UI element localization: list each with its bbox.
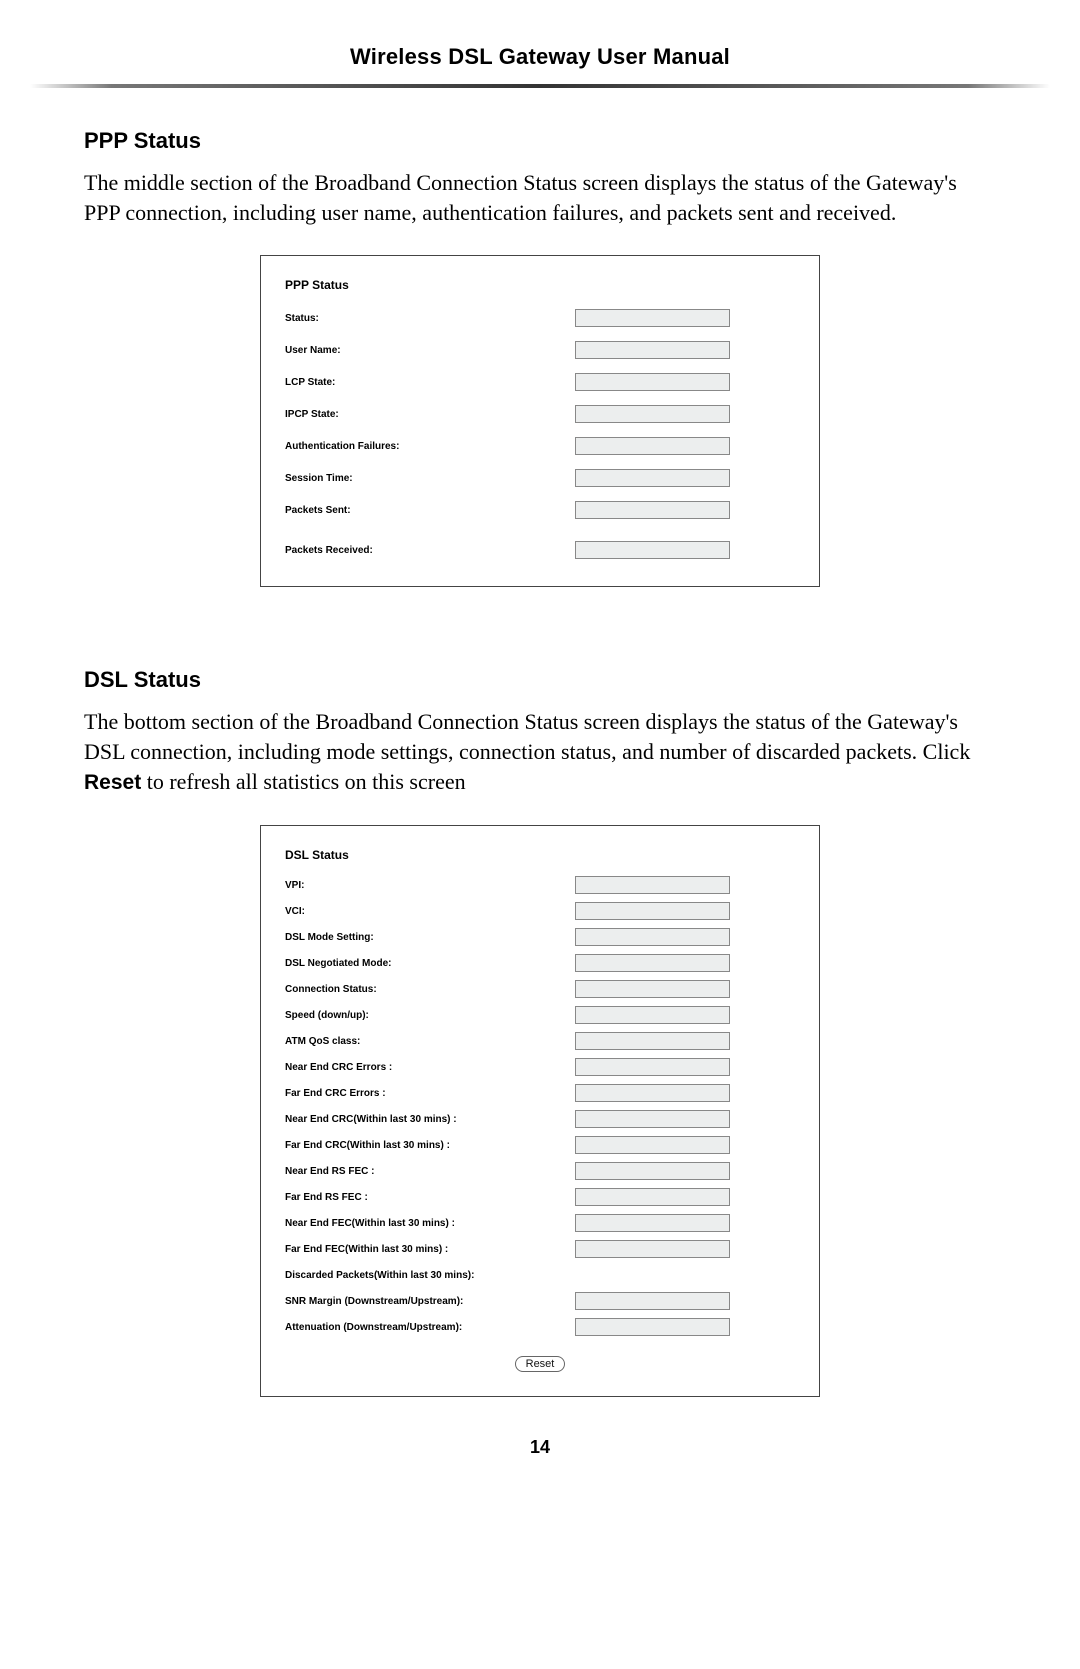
speed-field	[575, 1006, 730, 1024]
vpi-field	[575, 876, 730, 894]
field-label: VPI:	[285, 880, 575, 891]
field-label: Far End CRC Errors :	[285, 1088, 575, 1099]
far-crc30-field	[575, 1136, 730, 1154]
ppp-section-title: PPP Status	[84, 128, 996, 154]
dsl-row-vci: VCI:	[261, 898, 819, 924]
dsl-row-near-crc30: Near End CRC(Within last 30 mins) :	[261, 1106, 819, 1132]
field-label: VCI:	[285, 906, 575, 917]
far-crc-field	[575, 1084, 730, 1102]
dsl-row-near-crc: Near End CRC Errors :	[261, 1054, 819, 1080]
text-span: to refresh all statistics on this screen	[141, 769, 465, 794]
field-label: Near End FEC(Within last 30 mins) :	[285, 1218, 575, 1229]
far-fec30-field	[575, 1240, 730, 1258]
dsl-row-mode-setting: DSL Mode Setting:	[261, 924, 819, 950]
field-label: IPCP State:	[285, 409, 575, 420]
attenuation-field	[575, 1318, 730, 1336]
dsl-row-far-crc: Far End CRC Errors :	[261, 1080, 819, 1106]
ppp-body-text: The middle section of the Broadband Conn…	[84, 168, 996, 227]
manual-page: { "header": { "title": "Wireless DSL Gat…	[0, 0, 1080, 1518]
connection-status-field	[575, 980, 730, 998]
ppp-row-sent: Packets Sent:	[261, 494, 819, 526]
field-label: LCP State:	[285, 377, 575, 388]
text-span: The bottom section of the Broadband Conn…	[84, 709, 970, 764]
field-label: Connection Status:	[285, 984, 575, 995]
far-rsfec-field	[575, 1188, 730, 1206]
near-crc30-field	[575, 1110, 730, 1128]
ipcp-state-field	[575, 405, 730, 423]
near-rsfec-field	[575, 1162, 730, 1180]
field-label: Near End RS FEC :	[285, 1166, 575, 1177]
near-fec30-field	[575, 1214, 730, 1232]
atm-qos-field	[575, 1032, 730, 1050]
snr-margin-field	[575, 1292, 730, 1310]
dsl-status-panel: DSL Status VPI: VCI: DSL Mode Setting: D…	[260, 825, 820, 1397]
session-time-field	[575, 469, 730, 487]
field-label: Far End RS FEC :	[285, 1192, 575, 1203]
field-label: Packets Received:	[285, 545, 575, 556]
ppp-row-lcp: LCP State:	[261, 366, 819, 398]
ppp-row-status: Status:	[261, 302, 819, 334]
dsl-row-vpi: VPI:	[261, 872, 819, 898]
ppp-row-auth: Authentication Failures:	[261, 430, 819, 462]
reset-button-wrap: Reset	[261, 1340, 819, 1372]
status-field	[575, 309, 730, 327]
dsl-row-atm: ATM QoS class:	[261, 1028, 819, 1054]
field-label: DSL Negotiated Mode:	[285, 958, 575, 969]
vci-field	[575, 902, 730, 920]
field-label: Far End CRC(Within last 30 mins) :	[285, 1140, 575, 1151]
field-label: Status:	[285, 313, 575, 324]
page-header-title: Wireless DSL Gateway User Manual	[0, 0, 1080, 70]
dsl-body-text: The bottom section of the Broadband Conn…	[84, 707, 996, 797]
field-label: Packets Sent:	[285, 505, 575, 516]
field-label: Near End CRC(Within last 30 mins) :	[285, 1114, 575, 1125]
field-label: Attenuation (Downstream/Upstream):	[285, 1322, 575, 1333]
dsl-row-far-crc30: Far End CRC(Within last 30 mins) :	[261, 1132, 819, 1158]
ppp-panel-title: PPP Status	[261, 278, 819, 302]
dsl-row-negotiated: DSL Negotiated Mode:	[261, 950, 819, 976]
page-content: PPP Status The middle section of the Bro…	[0, 88, 1080, 1397]
field-label: DSL Mode Setting:	[285, 932, 575, 943]
page-number: 14	[0, 1437, 1080, 1458]
field-label: Near End CRC Errors :	[285, 1062, 575, 1073]
reset-button[interactable]: Reset	[515, 1356, 566, 1372]
field-label: ATM QoS class:	[285, 1036, 575, 1047]
field-label: Discarded Packets(Within last 30 mins):	[285, 1270, 575, 1281]
dsl-row-near-rsfec: Near End RS FEC :	[261, 1158, 819, 1184]
field-label: Speed (down/up):	[285, 1010, 575, 1021]
reset-inline-bold: Reset	[84, 771, 141, 794]
lcp-state-field	[575, 373, 730, 391]
dsl-row-connection: Connection Status:	[261, 976, 819, 1002]
field-label: Session Time:	[285, 473, 575, 484]
field-label: User Name:	[285, 345, 575, 356]
ppp-row-received: Packets Received:	[261, 534, 819, 566]
dsl-negotiated-mode-field	[575, 954, 730, 972]
dsl-row-snr: SNR Margin (Downstream/Upstream):	[261, 1288, 819, 1314]
ppp-row-username: User Name:	[261, 334, 819, 366]
near-crc-field	[575, 1058, 730, 1076]
dsl-row-attenuation: Attenuation (Downstream/Upstream):	[261, 1314, 819, 1340]
dsl-mode-setting-field	[575, 928, 730, 946]
dsl-panel-title: DSL Status	[261, 848, 819, 872]
ppp-row-session: Session Time:	[261, 462, 819, 494]
field-label: Far End FEC(Within last 30 mins) :	[285, 1244, 575, 1255]
packets-sent-field	[575, 501, 730, 519]
dsl-section-title: DSL Status	[84, 667, 996, 693]
dsl-row-speed: Speed (down/up):	[261, 1002, 819, 1028]
header-divider	[30, 84, 1050, 88]
dsl-row-discarded: Discarded Packets(Within last 30 mins):	[261, 1262, 819, 1288]
dsl-row-far-fec30: Far End FEC(Within last 30 mins) :	[261, 1236, 819, 1262]
auth-failures-field	[575, 437, 730, 455]
ppp-status-panel: PPP Status Status: User Name: LCP State:…	[260, 255, 820, 587]
spacer	[261, 526, 819, 534]
dsl-row-far-rsfec: Far End RS FEC :	[261, 1184, 819, 1210]
packets-received-field	[575, 541, 730, 559]
spacer	[84, 627, 996, 667]
field-label: Authentication Failures:	[285, 441, 575, 452]
username-field	[575, 341, 730, 359]
ppp-row-ipcp: IPCP State:	[261, 398, 819, 430]
dsl-row-near-fec30: Near End FEC(Within last 30 mins) :	[261, 1210, 819, 1236]
field-label: SNR Margin (Downstream/Upstream):	[285, 1296, 575, 1307]
